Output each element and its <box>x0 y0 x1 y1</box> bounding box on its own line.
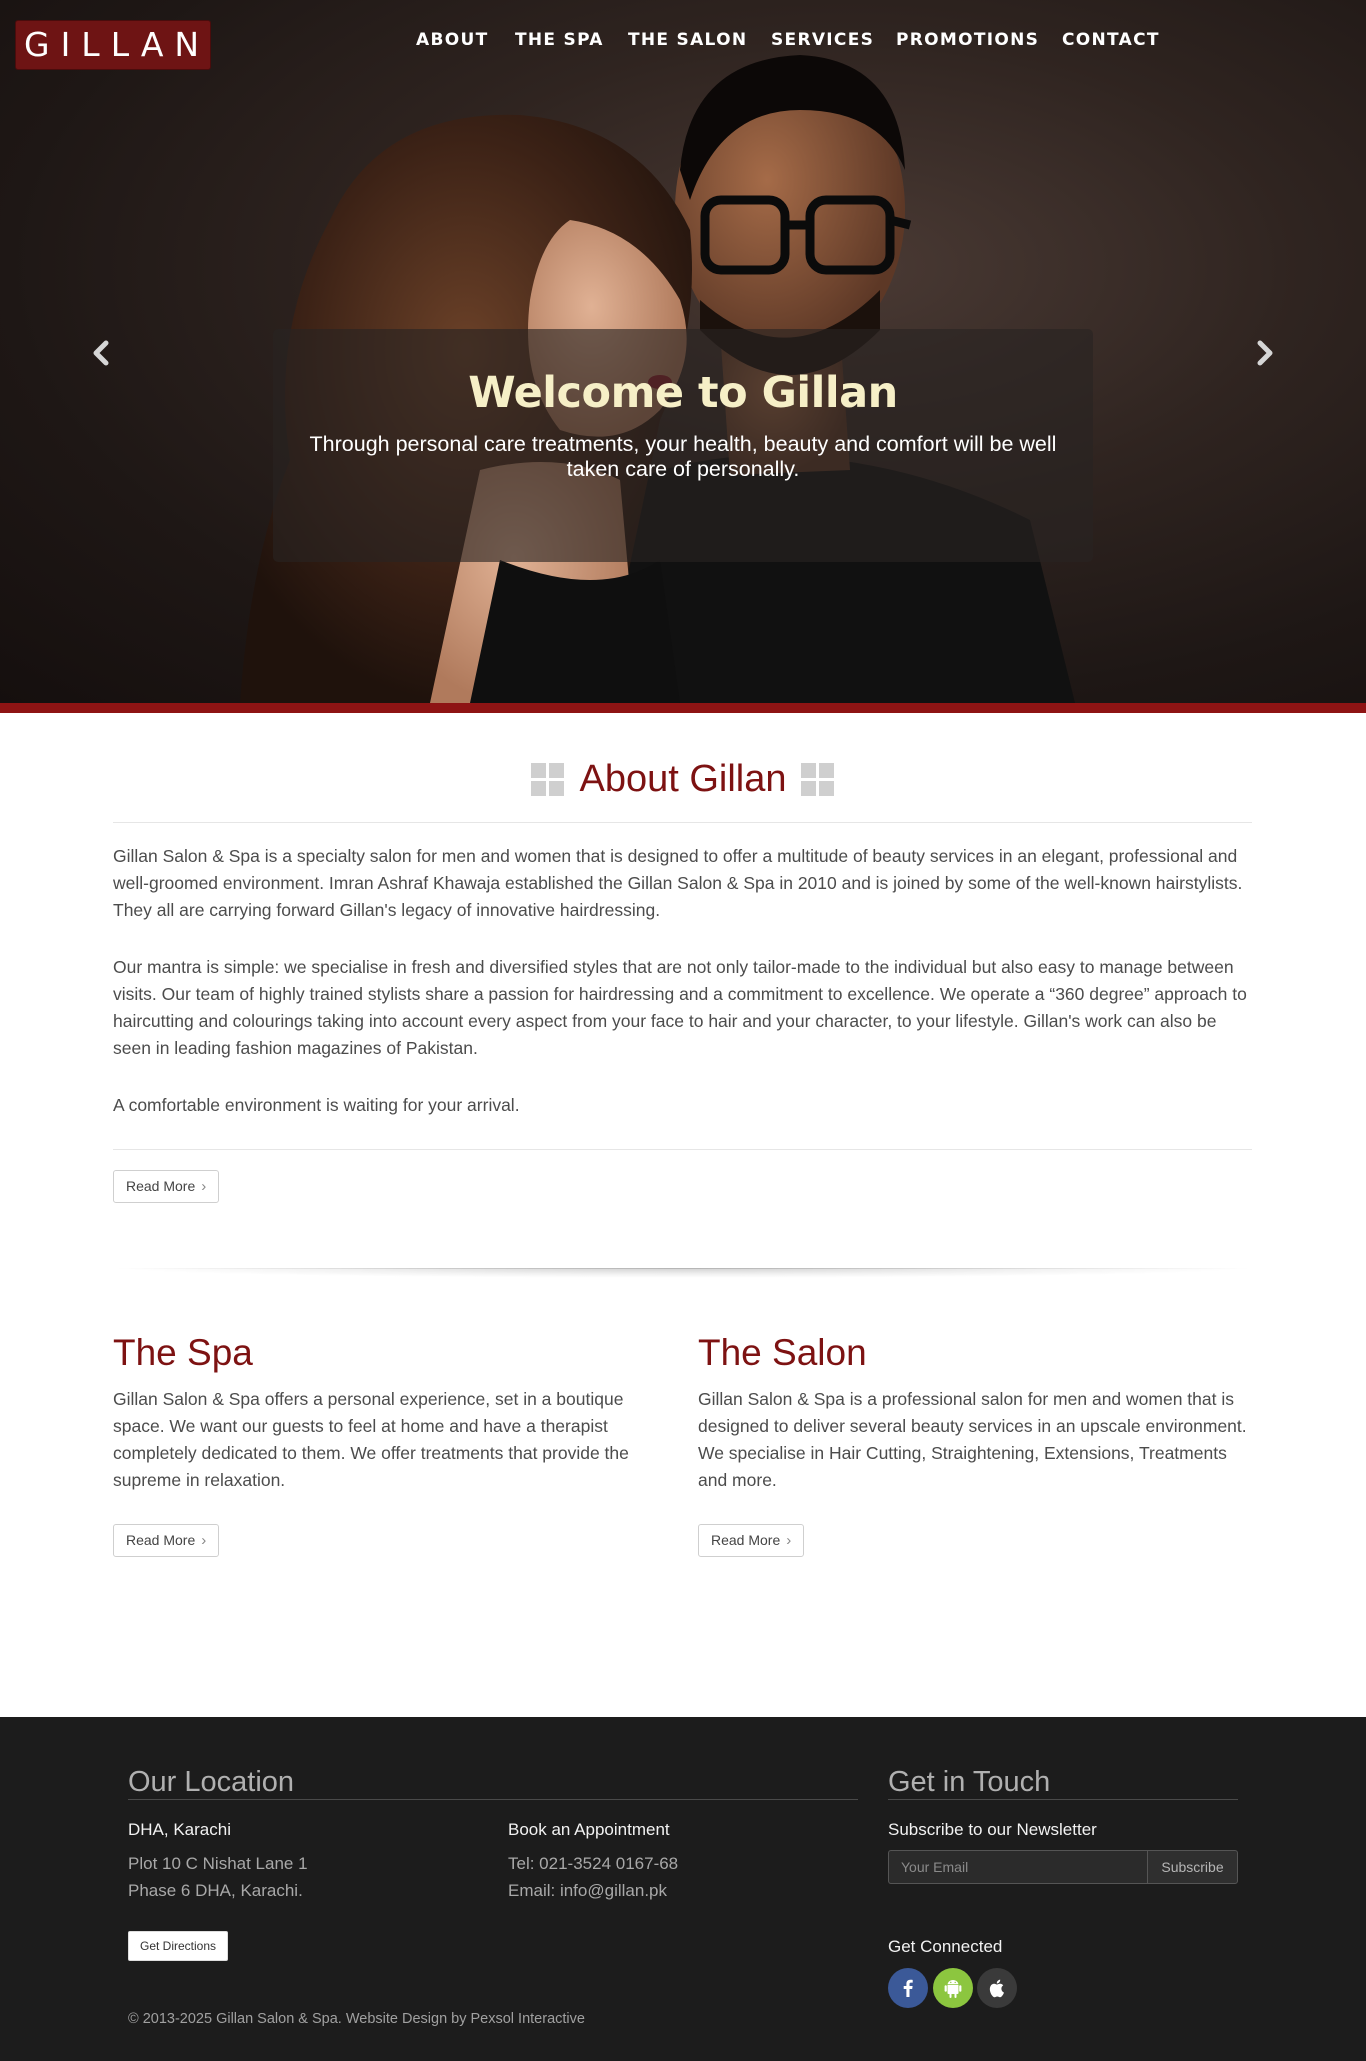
hero-caption: Welcome to Gillan Through personal care … <box>273 329 1093 562</box>
location-heading: Our Location <box>128 1766 295 1798</box>
address-line-2: Phase 6 DHA, Karachi. <box>128 1881 303 1900</box>
divider <box>113 822 1252 823</box>
android-app-link[interactable] <box>933 1968 973 2008</box>
appointment-tel[interactable]: Tel: 021-3524 0167-68 <box>508 1850 678 1877</box>
appointment-heading: Book an Appointment <box>508 1820 670 1839</box>
about-read-more-button[interactable]: Read More › <box>113 1170 220 1203</box>
footer-divider <box>128 1799 858 1800</box>
nav-about[interactable]: ABOUT <box>416 30 488 50</box>
nav-the-spa[interactable]: THE SPA <box>515 30 604 50</box>
location-area: DHA, Karachi <box>128 1820 231 1839</box>
slider-next-button[interactable] <box>1250 338 1280 368</box>
chevron-right-icon <box>1257 340 1273 366</box>
subscribe-button[interactable]: Subscribe <box>1147 1850 1238 1884</box>
slider-prev-button[interactable] <box>86 338 116 368</box>
main-nav: ABOUT THE SPA THE SALON SERVICES PROMOTI… <box>0 30 1366 60</box>
hero-slider: GILLAN ABOUT THE SPA THE SALON SERVICES … <box>0 0 1366 703</box>
salon-read-more-button[interactable]: Read More › <box>698 1524 805 1557</box>
get-directions-button[interactable]: Get Directions <box>128 1931 229 1961</box>
divider <box>113 1149 1252 1150</box>
about-paragraph: A comfortable environment is waiting for… <box>113 1095 520 1115</box>
facebook-link[interactable] <box>888 1968 928 2008</box>
apple-app-link[interactable] <box>977 1968 1017 2008</box>
grid-icon <box>800 762 835 797</box>
nav-services[interactable]: SERVICES <box>771 30 874 50</box>
read-more-label: Read More <box>711 1532 781 1548</box>
android-icon <box>944 1980 962 1998</box>
read-more-label: Read More <box>126 1532 196 1548</box>
spa-read-more-button[interactable]: Read More › <box>113 1524 220 1557</box>
hero-title: Welcome to Gillan <box>468 368 898 418</box>
newsletter-email-input[interactable] <box>888 1850 1148 1884</box>
about-paragraph: Our mantra is simple: we specialise in f… <box>113 957 1247 1058</box>
nav-promotions[interactable]: PROMOTIONS <box>896 30 1039 50</box>
section-separator-line <box>113 1268 1253 1269</box>
grid-icon <box>531 762 565 797</box>
chevron-right-icon: › <box>201 1178 207 1195</box>
section-separator <box>113 1268 1253 1278</box>
newsletter-label: Subscribe to our Newsletter <box>888 1820 1097 1839</box>
hero-accent-bar <box>0 703 1366 713</box>
address-line-1: Plot 10 C Nishat Lane 1 <box>128 1854 308 1873</box>
about-title: About Gillan <box>579 758 787 800</box>
about-paragraph: Gillan Salon & Spa is a specialty salon … <box>113 846 1243 920</box>
chevron-right-icon: › <box>201 1532 207 1549</box>
get-connected-label: Get Connected <box>888 1937 1003 1956</box>
read-more-label: Read More <box>126 1178 196 1194</box>
chevron-right-icon: › <box>786 1532 792 1549</box>
footer-divider <box>888 1799 1238 1800</box>
facebook-icon <box>903 1979 913 1997</box>
salon-title: The Salon <box>698 1332 867 1373</box>
spa-title: The Spa <box>113 1332 253 1373</box>
nav-contact[interactable]: CONTACT <box>1062 30 1160 50</box>
chevron-left-icon <box>93 340 109 366</box>
hero-subtitle: Through personal care treatments, your h… <box>309 432 1057 481</box>
salon-text: Gillan Salon & Spa is a professional sal… <box>698 1389 1247 1490</box>
about-heading: About Gillan <box>0 758 1366 808</box>
apple-icon <box>989 1979 1004 1998</box>
appointment-email[interactable]: Email: info@gillan.pk <box>508 1877 667 1904</box>
spa-text: Gillan Salon & Spa offers a personal exp… <box>113 1389 629 1490</box>
nav-the-salon[interactable]: THE SALON <box>628 30 747 50</box>
about-body: Gillan Salon & Spa is a specialty salon … <box>113 843 1253 1149</box>
copyright: © 2013-2025 Gillan Salon & Spa. Website … <box>128 2011 585 2027</box>
get-in-touch-heading: Get in Touch <box>888 1766 1051 1798</box>
